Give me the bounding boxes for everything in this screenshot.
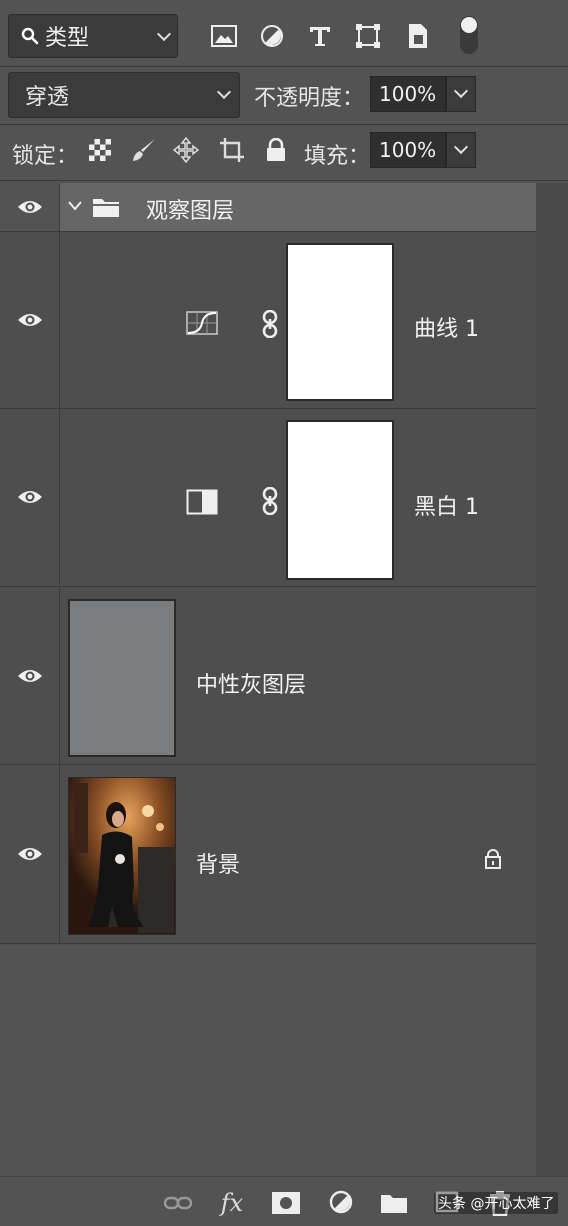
black-white-adjustment-icon	[186, 489, 218, 515]
folder-icon	[93, 199, 119, 217]
blend-mode-label: 穿透	[25, 85, 70, 110]
visibility-toggle[interactable]	[0, 765, 60, 943]
visibility-toggle[interactable]	[0, 409, 60, 585]
eye-icon	[17, 669, 42, 682]
chevron-down-icon	[453, 83, 469, 99]
opacity-dropdown-button[interactable]	[446, 76, 476, 112]
link-chain-icon[interactable]	[262, 310, 278, 338]
photo-thumbnail[interactable]	[68, 777, 176, 935]
eye-icon	[17, 491, 42, 503]
layer-mask-thumbnail[interactable]	[286, 420, 394, 580]
shape-filter-icon[interactable]	[352, 20, 384, 52]
fill-dropdown-button[interactable]	[446, 132, 476, 168]
lock-transparent-pixels-icon[interactable]	[86, 136, 114, 164]
new-adjustment-layer-icon[interactable]	[326, 1187, 358, 1219]
layer-name: 曲线 1	[414, 317, 479, 342]
filter-toggle[interactable]	[460, 16, 478, 54]
fill-value: 100%	[379, 138, 437, 162]
layers-scrollbar[interactable]	[536, 183, 568, 1176]
filter-kind-select[interactable]: 类型	[8, 14, 178, 58]
layer-name: 观察图层	[146, 199, 235, 224]
layer-row-neutral-gray[interactable]: 中性灰图层	[0, 587, 536, 764]
layer-row-background[interactable]: 背景	[0, 765, 536, 943]
lock-label: 锁定：	[12, 144, 79, 169]
smart-object-filter-icon[interactable]	[402, 20, 434, 52]
eye-icon	[17, 314, 42, 326]
layer-name: 中性灰图层	[196, 673, 307, 698]
layer-row-curves[interactable]: 曲线 1	[0, 232, 536, 408]
layer-name: 黑白 1	[414, 495, 479, 520]
opacity-input[interactable]: 100%	[370, 76, 446, 112]
blend-mode-select[interactable]: 穿透	[8, 72, 240, 118]
image-filter-icon[interactable]	[208, 20, 240, 52]
watermark: 头条 @开心太难了	[434, 1192, 559, 1214]
layer-name: 背景	[196, 853, 241, 878]
lock-all-icon[interactable]	[262, 136, 290, 164]
lock-icon	[485, 849, 501, 869]
search-icon	[21, 27, 39, 45]
lock-position-icon[interactable]	[172, 136, 200, 164]
opacity-value: 100%	[379, 82, 437, 106]
link-chain-icon[interactable]	[262, 487, 278, 515]
fx-label: fx	[220, 1189, 244, 1217]
eye-icon	[17, 848, 42, 860]
fill-label: 填充：	[304, 144, 371, 169]
eye-icon	[17, 201, 42, 213]
toggle-knob	[461, 17, 477, 33]
chevron-down-icon	[156, 26, 172, 42]
layer-thumbnail[interactable]	[68, 599, 176, 757]
fx-icon[interactable]: fx	[216, 1187, 248, 1219]
layer-row-black-white[interactable]: 黑白 1	[0, 409, 536, 585]
chevron-down-icon	[216, 84, 232, 100]
type-filter-icon[interactable]	[304, 20, 336, 52]
filter-kind-label: 类型	[45, 26, 90, 51]
new-group-icon[interactable]	[378, 1187, 410, 1219]
visibility-toggle[interactable]	[0, 232, 60, 408]
curves-adjustment-icon	[186, 311, 218, 335]
link-layers-icon[interactable]	[162, 1187, 194, 1219]
lock-image-pixels-icon[interactable]	[130, 136, 158, 164]
fill-input[interactable]: 100%	[370, 132, 446, 168]
visibility-toggle[interactable]	[0, 183, 60, 231]
lock-artboard-icon[interactable]	[218, 136, 246, 164]
layer-mask-thumbnail[interactable]	[286, 243, 394, 401]
add-mask-icon[interactable]	[270, 1187, 302, 1219]
chevron-down-icon	[453, 139, 469, 155]
layer-row-group[interactable]: 观察图层	[0, 183, 536, 231]
adjustment-filter-icon[interactable]	[256, 20, 288, 52]
opacity-label: 不透明度：	[254, 86, 365, 111]
chevron-down-icon[interactable]	[68, 201, 82, 211]
visibility-toggle[interactable]	[0, 587, 60, 764]
